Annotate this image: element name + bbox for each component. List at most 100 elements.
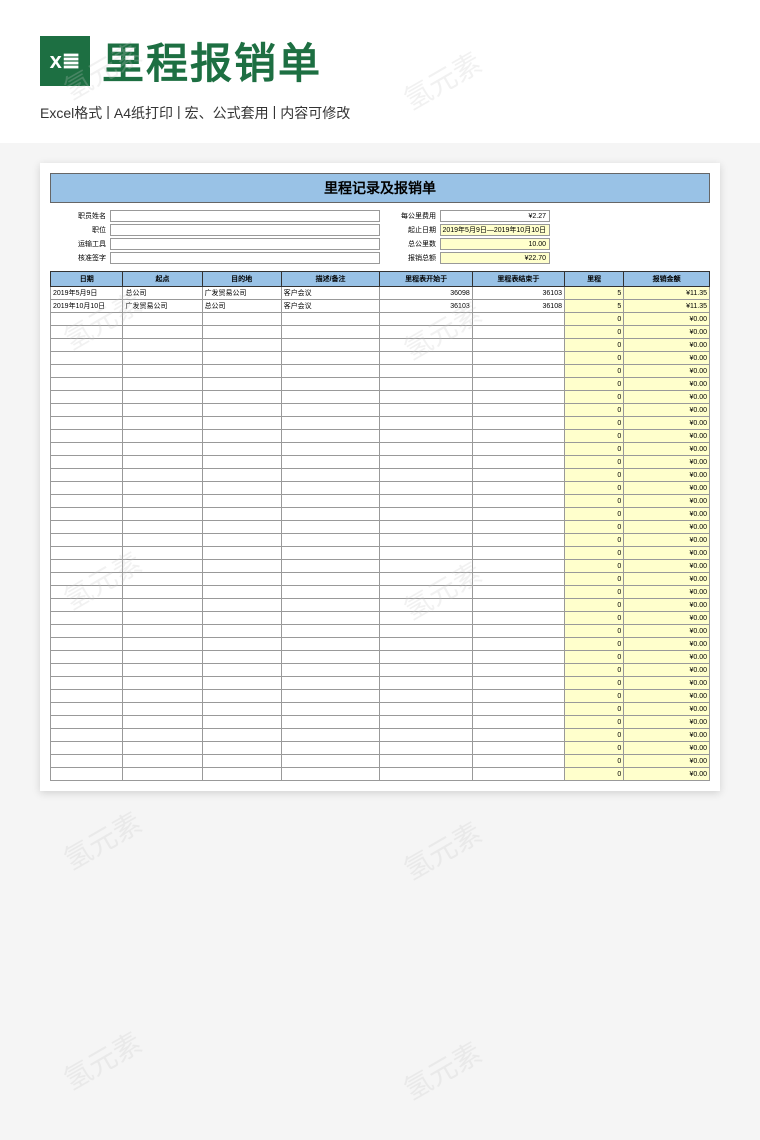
- cell-odo-end[interactable]: [472, 703, 564, 716]
- cell-odo-start[interactable]: 36098: [380, 287, 472, 300]
- cell-dest[interactable]: [202, 404, 281, 417]
- cell-start[interactable]: [123, 508, 202, 521]
- cell-dest[interactable]: [202, 430, 281, 443]
- cell-start[interactable]: [123, 326, 202, 339]
- cell-start[interactable]: [123, 391, 202, 404]
- cell-odo-start[interactable]: [380, 664, 472, 677]
- cell-dest[interactable]: [202, 456, 281, 469]
- cell-odo-end[interactable]: [472, 664, 564, 677]
- cell-date[interactable]: [51, 443, 123, 456]
- cell-dest[interactable]: [202, 339, 281, 352]
- cell-start[interactable]: [123, 573, 202, 586]
- cell-desc[interactable]: [281, 547, 380, 560]
- cell-date[interactable]: [51, 586, 123, 599]
- cell-start[interactable]: [123, 768, 202, 781]
- cell-dest[interactable]: 总公司: [202, 300, 281, 313]
- cell-desc[interactable]: [281, 521, 380, 534]
- cell-odo-end[interactable]: [472, 638, 564, 651]
- cell-odo-start[interactable]: [380, 586, 472, 599]
- cell-date[interactable]: [51, 612, 123, 625]
- cell-date[interactable]: [51, 625, 123, 638]
- cell-start[interactable]: [123, 495, 202, 508]
- cell-odo-end[interactable]: 36108: [472, 300, 564, 313]
- cell-odo-start[interactable]: [380, 547, 472, 560]
- cell-desc[interactable]: [281, 599, 380, 612]
- cell-start[interactable]: [123, 417, 202, 430]
- cell-dest[interactable]: [202, 651, 281, 664]
- cell-start[interactable]: [123, 729, 202, 742]
- cell-desc[interactable]: [281, 651, 380, 664]
- cell-start[interactable]: [123, 339, 202, 352]
- cell-odo-end[interactable]: [472, 430, 564, 443]
- cell-odo-start[interactable]: [380, 443, 472, 456]
- cell-start[interactable]: [123, 469, 202, 482]
- cell-date[interactable]: [51, 651, 123, 664]
- cell-odo-end[interactable]: [472, 391, 564, 404]
- cell-odo-end[interactable]: [472, 495, 564, 508]
- cell-date[interactable]: [51, 339, 123, 352]
- cell-dest[interactable]: [202, 365, 281, 378]
- cell-desc[interactable]: [281, 703, 380, 716]
- cell-start[interactable]: [123, 651, 202, 664]
- cell-date[interactable]: [51, 703, 123, 716]
- cell-start[interactable]: [123, 547, 202, 560]
- cell-date[interactable]: [51, 417, 123, 430]
- cell-odo-start[interactable]: [380, 495, 472, 508]
- cell-desc[interactable]: [281, 690, 380, 703]
- cell-desc[interactable]: [281, 716, 380, 729]
- cell-desc[interactable]: [281, 495, 380, 508]
- cell-desc[interactable]: [281, 586, 380, 599]
- cell-odo-start[interactable]: [380, 703, 472, 716]
- cell-start[interactable]: [123, 430, 202, 443]
- cell-odo-start[interactable]: 36103: [380, 300, 472, 313]
- cell-start[interactable]: [123, 378, 202, 391]
- cell-start[interactable]: [123, 664, 202, 677]
- cell-odo-end[interactable]: [472, 352, 564, 365]
- cell-date[interactable]: [51, 378, 123, 391]
- cell-odo-start[interactable]: [380, 313, 472, 326]
- cell-desc[interactable]: [281, 469, 380, 482]
- cell-desc[interactable]: [281, 560, 380, 573]
- cell-dest[interactable]: [202, 326, 281, 339]
- cell-desc[interactable]: [281, 352, 380, 365]
- cell-date[interactable]: [51, 326, 123, 339]
- cell-dest[interactable]: [202, 703, 281, 716]
- cell-desc[interactable]: [281, 391, 380, 404]
- cell-odo-start[interactable]: [380, 365, 472, 378]
- cell-desc[interactable]: [281, 365, 380, 378]
- cell-odo-end[interactable]: [472, 755, 564, 768]
- cell-odo-end[interactable]: [472, 521, 564, 534]
- cell-date[interactable]: [51, 352, 123, 365]
- cell-odo-end[interactable]: [472, 547, 564, 560]
- cell-odo-start[interactable]: [380, 326, 472, 339]
- cell-date[interactable]: [51, 365, 123, 378]
- cell-odo-start[interactable]: [380, 521, 472, 534]
- cell-odo-start[interactable]: [380, 768, 472, 781]
- cell-odo-start[interactable]: [380, 612, 472, 625]
- cell-date[interactable]: [51, 742, 123, 755]
- cell-odo-start[interactable]: [380, 508, 472, 521]
- cell-odo-end[interactable]: [472, 729, 564, 742]
- info-field[interactable]: [110, 210, 380, 222]
- cell-dest[interactable]: [202, 534, 281, 547]
- cell-dest[interactable]: [202, 495, 281, 508]
- cell-dest[interactable]: [202, 313, 281, 326]
- cell-odo-end[interactable]: [472, 326, 564, 339]
- cell-desc[interactable]: [281, 638, 380, 651]
- cell-date[interactable]: [51, 430, 123, 443]
- cell-odo-end[interactable]: [472, 482, 564, 495]
- cell-start[interactable]: [123, 716, 202, 729]
- cell-desc[interactable]: 客户会议: [281, 300, 380, 313]
- cell-desc[interactable]: 客户会议: [281, 287, 380, 300]
- cell-odo-start[interactable]: [380, 573, 472, 586]
- cell-dest[interactable]: [202, 378, 281, 391]
- cell-dest[interactable]: [202, 677, 281, 690]
- cell-dest[interactable]: [202, 547, 281, 560]
- info-field[interactable]: [110, 238, 380, 250]
- cell-odo-end[interactable]: [472, 651, 564, 664]
- cell-dest[interactable]: [202, 586, 281, 599]
- cell-start[interactable]: [123, 443, 202, 456]
- cell-dest[interactable]: [202, 443, 281, 456]
- cell-date[interactable]: [51, 534, 123, 547]
- cell-dest[interactable]: [202, 755, 281, 768]
